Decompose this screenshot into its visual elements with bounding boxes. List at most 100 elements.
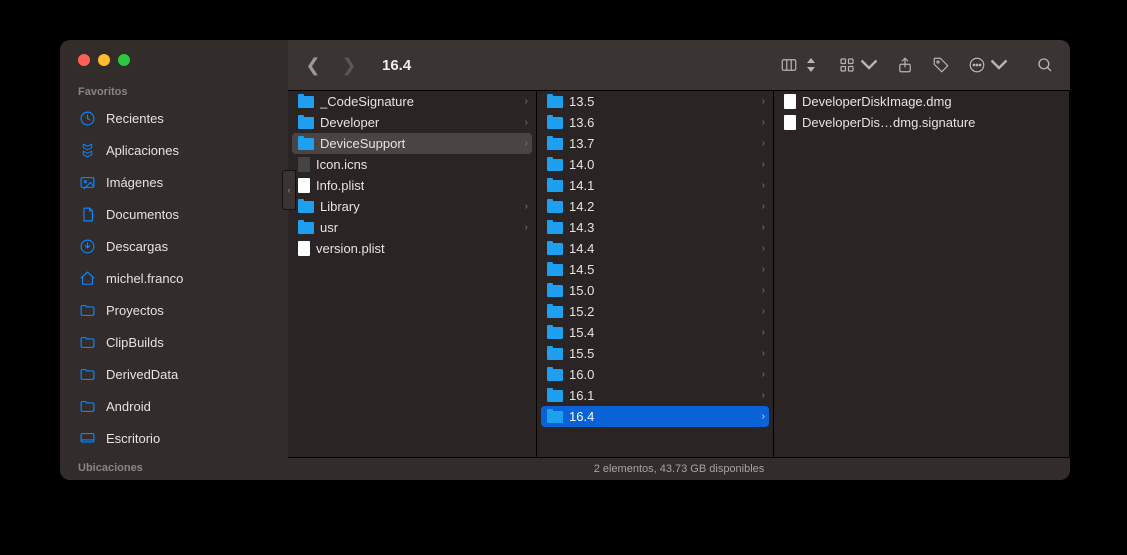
- file-row[interactable]: 14.2›: [537, 196, 773, 217]
- minimize-button[interactable]: [98, 54, 110, 66]
- file-row[interactable]: 14.3›: [537, 217, 773, 238]
- file-row[interactable]: Library›: [288, 196, 536, 217]
- file-row[interactable]: 14.1 ›: [537, 175, 773, 196]
- file-row[interactable]: 16.1›: [537, 385, 773, 406]
- file-row[interactable]: 15.2›: [537, 301, 773, 322]
- sidebar-item[interactable]: Aplicaciones: [60, 134, 288, 166]
- folder-icon: [78, 301, 96, 319]
- finder-window: FavoritosRecientesAplicacionesImágenesDo…: [60, 40, 1070, 480]
- tags-button[interactable]: [932, 56, 950, 74]
- file-row[interactable]: 13.5›: [537, 91, 773, 112]
- sidebar-item[interactable]: ClipBuilds: [60, 326, 288, 358]
- chevron-right-icon: ›: [762, 369, 765, 380]
- sidebar-item[interactable]: Imágenes: [60, 166, 288, 198]
- tag-icon: [932, 56, 950, 74]
- file-row[interactable]: _CodeSignature›: [288, 91, 536, 112]
- sidebar-item[interactable]: Documentos: [60, 198, 288, 230]
- chevron-right-icon: ›: [762, 285, 765, 296]
- sidebar-item[interactable]: iCloud Drive: [60, 478, 288, 480]
- chevron-down-icon: [990, 56, 1008, 74]
- chevron-right-icon: ›: [525, 138, 528, 149]
- folder-icon: [298, 138, 314, 150]
- group-button[interactable]: [838, 56, 878, 74]
- folder-icon: [547, 369, 563, 381]
- sidebar-item-label: Imágenes: [106, 175, 163, 190]
- folder-icon: [298, 222, 314, 234]
- file-row[interactable]: 14.0›: [537, 154, 773, 175]
- file-row[interactable]: 16.0›: [537, 364, 773, 385]
- chevron-right-icon: ›: [762, 348, 765, 359]
- more-button[interactable]: [968, 56, 1008, 74]
- file-row[interactable]: 15.5›: [537, 343, 773, 364]
- folder-icon: [547, 348, 563, 360]
- file-row[interactable]: Icon.icns: [288, 154, 536, 175]
- toolbar: ❮ ❯ 16.4: [288, 40, 1070, 91]
- share-button[interactable]: [896, 56, 914, 74]
- chevron-right-icon: ›: [762, 96, 765, 107]
- folder-icon: [298, 96, 314, 108]
- chevron-right-icon: ›: [525, 117, 528, 128]
- sidebar-item-label: Aplicaciones: [106, 143, 179, 158]
- file-row[interactable]: DeviceSupport›: [292, 133, 532, 154]
- file-label: 14.4: [569, 241, 594, 256]
- home-icon: [78, 269, 96, 287]
- chevron-right-icon: ›: [762, 264, 765, 275]
- sidebar-item[interactable]: Android: [60, 390, 288, 422]
- share-icon: [896, 56, 914, 74]
- sidebar-item-label: DerivedData: [106, 367, 178, 382]
- file-row[interactable]: 13.7›: [537, 133, 773, 154]
- file-row[interactable]: 15.0›: [537, 280, 773, 301]
- chevron-right-icon: ›: [762, 201, 765, 212]
- file-label: 16.1: [569, 388, 594, 403]
- file-label: 15.4: [569, 325, 594, 340]
- column-2[interactable]: 13.5›13.6›13.7›14.0›14.1›14.2›14.3›14.4›…: [537, 91, 774, 457]
- forward-button[interactable]: ❯: [340, 55, 358, 76]
- column-3[interactable]: DeveloperDiskImage.dmgDeveloperDis…dmg.s…: [774, 91, 1070, 457]
- file-row[interactable]: version.plist: [288, 238, 536, 259]
- file-row[interactable]: Developer›: [288, 112, 536, 133]
- folder-icon: [547, 411, 563, 423]
- sidebar-item-label: Escritorio: [106, 431, 160, 446]
- sidebar-item[interactable]: Descargas: [60, 230, 288, 262]
- grid-icon: [838, 56, 856, 74]
- back-button[interactable]: ❮: [304, 55, 322, 76]
- file-row[interactable]: 13.6›: [537, 112, 773, 133]
- sidebar-item[interactable]: michel.franco: [60, 262, 288, 294]
- file-icon: [784, 115, 796, 130]
- file-label: Library: [320, 199, 360, 214]
- sidebar-item-label: michel.franco: [106, 271, 183, 286]
- folder-icon: [547, 117, 563, 129]
- sidebar-item[interactable]: DerivedData: [60, 358, 288, 390]
- chevron-right-icon: ›: [525, 96, 528, 107]
- file-row[interactable]: 14.5›: [537, 259, 773, 280]
- file-row[interactable]: DeveloperDiskImage.dmg: [774, 91, 1069, 112]
- file-row[interactable]: Info.plist: [288, 175, 536, 196]
- search-button[interactable]: [1036, 56, 1054, 74]
- file-row[interactable]: 14.4›: [537, 238, 773, 259]
- maximize-button[interactable]: [118, 54, 130, 66]
- view-columns-button[interactable]: [780, 56, 820, 74]
- file-icon: [784, 94, 796, 109]
- folder-icon: [78, 365, 96, 383]
- status-bar: 2 elementos, 43.73 GB disponibles: [288, 457, 1070, 480]
- sidebar-item[interactable]: Recientes: [60, 102, 288, 134]
- sidebar-item[interactable]: Escritorio: [60, 422, 288, 454]
- folder-icon: [547, 264, 563, 276]
- up-down-chevron-icon: [802, 56, 820, 74]
- folder-icon: [547, 285, 563, 297]
- folder-icon: [547, 180, 563, 192]
- folder-icon: [547, 306, 563, 318]
- chevron-right-icon: ›: [762, 180, 765, 191]
- column-1[interactable]: _CodeSignature›Developer›DeviceSupport›I…: [288, 91, 537, 457]
- file-row[interactable]: DeveloperDis…dmg.signature: [774, 112, 1069, 133]
- chevron-right-icon: ›: [525, 222, 528, 233]
- sidebar-section-label: Ubicaciones: [60, 454, 288, 478]
- file-label: 14.1: [569, 178, 594, 193]
- file-label: version.plist: [316, 241, 385, 256]
- sidebar-item[interactable]: Proyectos: [60, 294, 288, 326]
- sidebar-item-label: Recientes: [106, 111, 164, 126]
- file-row[interactable]: 16.4›: [541, 406, 769, 427]
- file-row[interactable]: 15.4›: [537, 322, 773, 343]
- file-row[interactable]: usr›: [288, 217, 536, 238]
- close-button[interactable]: [78, 54, 90, 66]
